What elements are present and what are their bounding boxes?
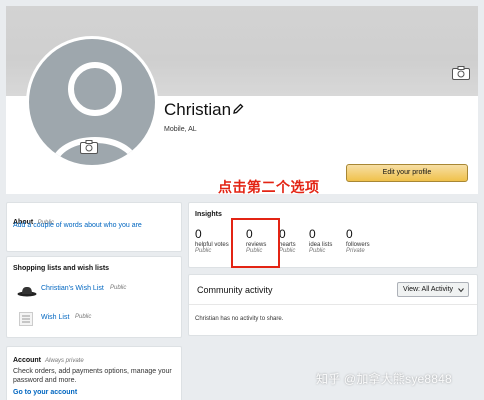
activity-filter-select[interactable]: View: All Activity [397, 282, 469, 297]
annotation-highlight-box [231, 218, 280, 268]
account-visibility: Always private [45, 358, 84, 364]
stat-visibility: Private [346, 248, 365, 254]
go-to-account-link[interactable]: Go to your account [13, 389, 77, 396]
wish-list-link[interactable]: Christian's Wish List [41, 285, 104, 292]
profile-location: Mobile, AL [164, 126, 197, 133]
profile-page: Christian Mobile, AL Edit your profile 点… [0, 0, 484, 400]
camera-icon[interactable] [452, 66, 470, 80]
camera-icon[interactable] [80, 140, 98, 154]
stat-value: 0 [346, 227, 353, 241]
wish-list-visibility: Public [110, 285, 127, 291]
list-icon [19, 312, 33, 326]
shopping-title: Shopping lists and wish lists [13, 265, 110, 272]
activity-filter-value: View: All Activity [403, 286, 454, 293]
stat-followers[interactable]: 0 followers Private [346, 227, 396, 254]
insights-title: Insights [195, 211, 222, 218]
annotation-label: 点击第二个选项 [218, 179, 320, 195]
wish-list-2-visibility: Public [75, 314, 92, 320]
hat-icon [17, 287, 37, 297]
wish-list-link-2[interactable]: Wish List [41, 314, 69, 321]
shopping-lists-card: Shopping lists and wish lists Christian'… [6, 256, 182, 338]
account-description: Check orders, add payments options, mana… [13, 368, 172, 384]
account-title: Account [13, 357, 41, 364]
divider [189, 304, 477, 305]
profile-name: Christian [164, 100, 232, 119]
account-card: Account Always private Check orders, add… [6, 346, 182, 400]
about-add-link[interactable]: Add a couple of words about who you are [13, 222, 142, 229]
edit-profile-button[interactable]: Edit your profile [346, 164, 468, 182]
pencil-icon[interactable] [232, 103, 244, 115]
community-activity-card: Community activity View: All Activity Ch… [188, 274, 478, 336]
activity-title: Community activity [197, 285, 273, 295]
chevron-down-icon [458, 288, 464, 293]
watermark: 知乎 @加拿大熊sye8848 [316, 372, 452, 386]
activity-empty-message: Christian has no activity to share. [195, 316, 284, 322]
about-card: About Public Add a couple of words about… [6, 202, 182, 252]
